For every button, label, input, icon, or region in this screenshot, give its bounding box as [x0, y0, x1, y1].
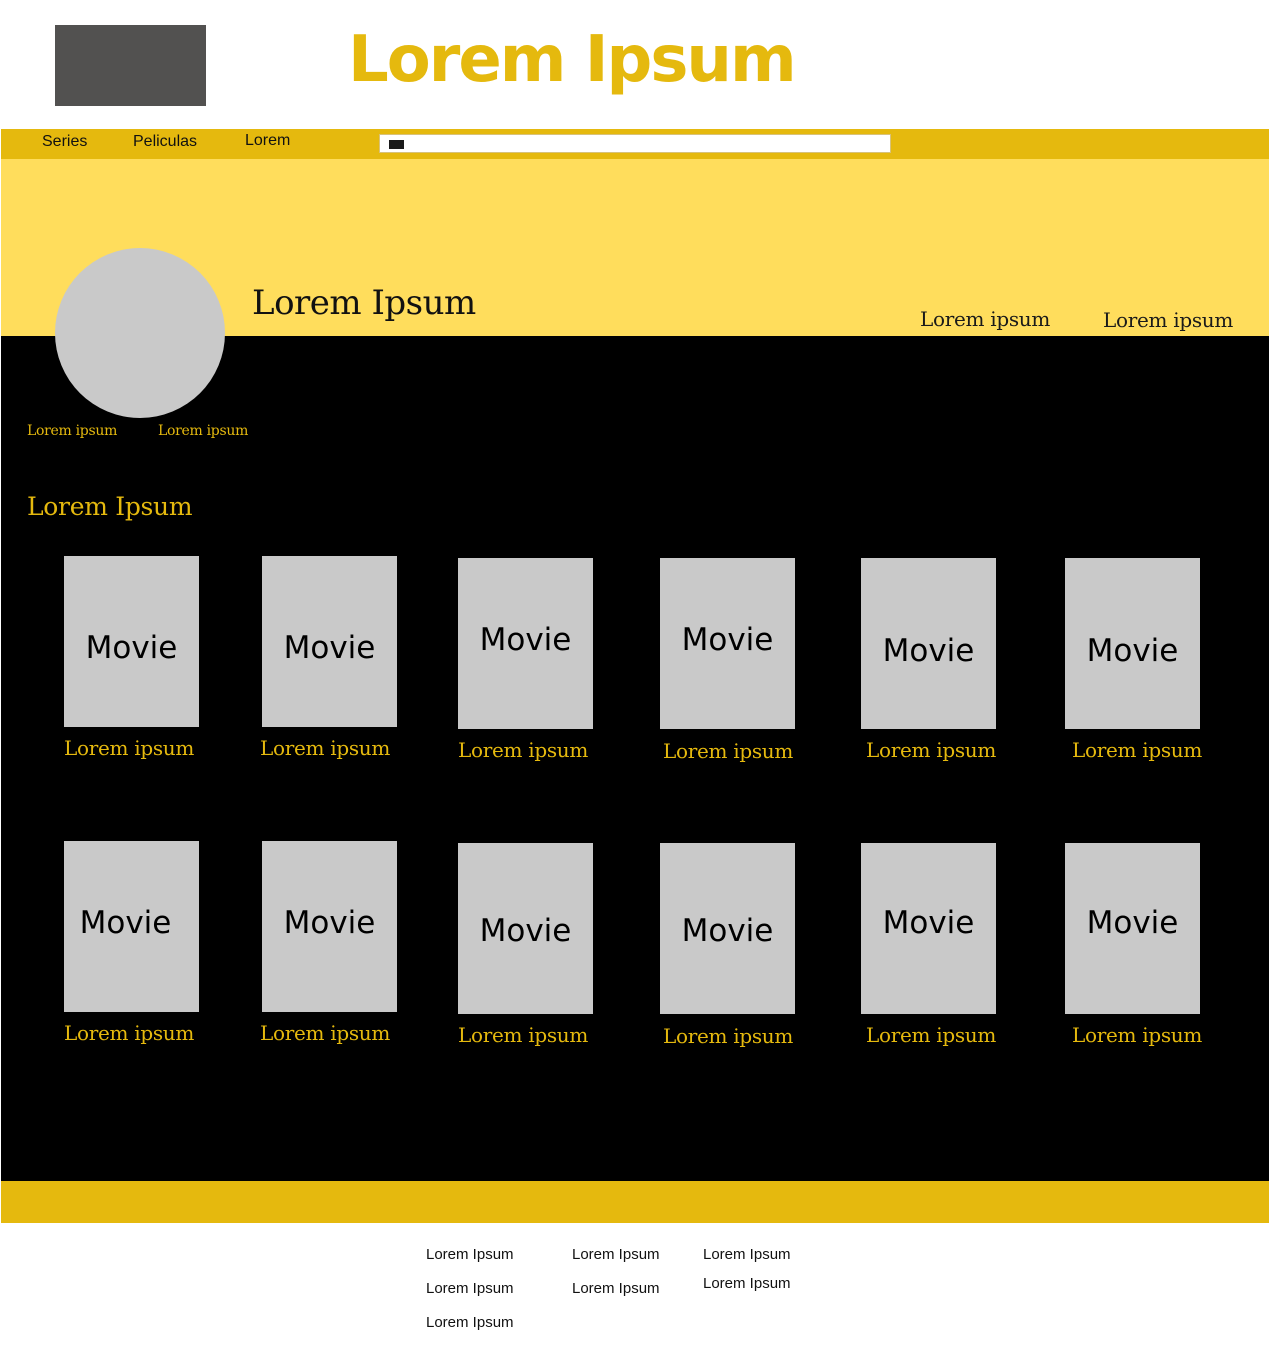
movie-caption[interactable]: Lorem ipsum	[866, 1023, 996, 1047]
movie-poster[interactable]: Movie	[861, 558, 996, 729]
footer-link[interactable]: Lorem Ipsum	[426, 1314, 514, 1331]
search-input[interactable]	[379, 134, 891, 153]
profile-name: Lorem Ipsum	[252, 283, 476, 323]
movie-poster[interactable]: Movie	[262, 556, 397, 727]
movie-poster[interactable]: Movie	[660, 558, 795, 729]
movie-poster[interactable]: Movie	[861, 843, 996, 1014]
movie-caption[interactable]: Lorem ipsum	[663, 1024, 793, 1048]
movie-poster[interactable]: Movie	[64, 556, 199, 727]
poster-label: Movie	[882, 633, 975, 669]
nav-item-peliculas[interactable]: Peliculas	[133, 133, 197, 151]
footer-link[interactable]: Lorem Ipsum	[572, 1246, 660, 1263]
profile-sub-link[interactable]: Lorem ipsum	[27, 423, 117, 439]
site-logo[interactable]	[55, 25, 206, 106]
movie-caption[interactable]: Lorem ipsum	[458, 738, 588, 762]
banner-link[interactable]: Lorem ipsum	[920, 307, 1050, 331]
movie-caption[interactable]: Lorem ipsum	[64, 1021, 194, 1045]
poster-label: Movie	[1086, 905, 1179, 941]
poster-label: Movie	[882, 905, 975, 941]
poster-label: Movie	[681, 622, 774, 658]
poster-label: Movie	[85, 630, 178, 666]
movie-poster[interactable]: Movie	[1065, 843, 1200, 1014]
banner-link[interactable]: Lorem ipsum	[1103, 308, 1233, 332]
movie-caption[interactable]: Lorem ipsum	[458, 1023, 588, 1047]
movie-poster[interactable]: Movie	[458, 558, 593, 729]
nav-item-series[interactable]: Series	[42, 133, 87, 151]
movie-poster[interactable]: Movie	[1065, 558, 1200, 729]
poster-label: Movie	[479, 913, 572, 949]
poster-label: Movie	[1086, 633, 1179, 669]
poster-label: Movie	[79, 905, 172, 941]
movie-caption[interactable]: Lorem ipsum	[1072, 738, 1202, 762]
footer-link[interactable]: Lorem Ipsum	[426, 1246, 514, 1263]
movie-caption[interactable]: Lorem ipsum	[866, 738, 996, 762]
section-title: Lorem Ipsum	[27, 492, 193, 521]
search-icon	[389, 140, 404, 149]
site-title: Lorem Ipsum	[348, 23, 797, 97]
nav-bar: Series Peliculas Lorem	[1, 129, 1269, 159]
footer-link[interactable]: Lorem Ipsum	[572, 1280, 660, 1297]
poster-label: Movie	[479, 622, 572, 658]
movie-poster[interactable]: Movie	[660, 843, 795, 1014]
footer-link[interactable]: Lorem Ipsum	[703, 1275, 791, 1292]
movie-caption[interactable]: Lorem ipsum	[64, 736, 194, 760]
avatar[interactable]	[55, 248, 225, 418]
footer-bar	[1, 1181, 1269, 1223]
footer-link[interactable]: Lorem Ipsum	[703, 1246, 791, 1263]
movie-caption[interactable]: Lorem ipsum	[260, 1021, 390, 1045]
nav-item-lorem[interactable]: Lorem	[245, 132, 290, 150]
movie-poster[interactable]: Movie	[262, 841, 397, 1012]
movie-caption[interactable]: Lorem ipsum	[260, 736, 390, 760]
profile-sub-link[interactable]: Lorem ipsum	[158, 423, 248, 439]
movie-caption[interactable]: Lorem ipsum	[1072, 1023, 1202, 1047]
poster-label: Movie	[283, 905, 376, 941]
movie-poster[interactable]: Movie	[458, 843, 593, 1014]
movie-caption[interactable]: Lorem ipsum	[663, 739, 793, 763]
footer-link[interactable]: Lorem Ipsum	[426, 1280, 514, 1297]
poster-label: Movie	[681, 913, 774, 949]
movie-poster[interactable]: Movie	[64, 841, 199, 1012]
poster-label: Movie	[283, 630, 376, 666]
